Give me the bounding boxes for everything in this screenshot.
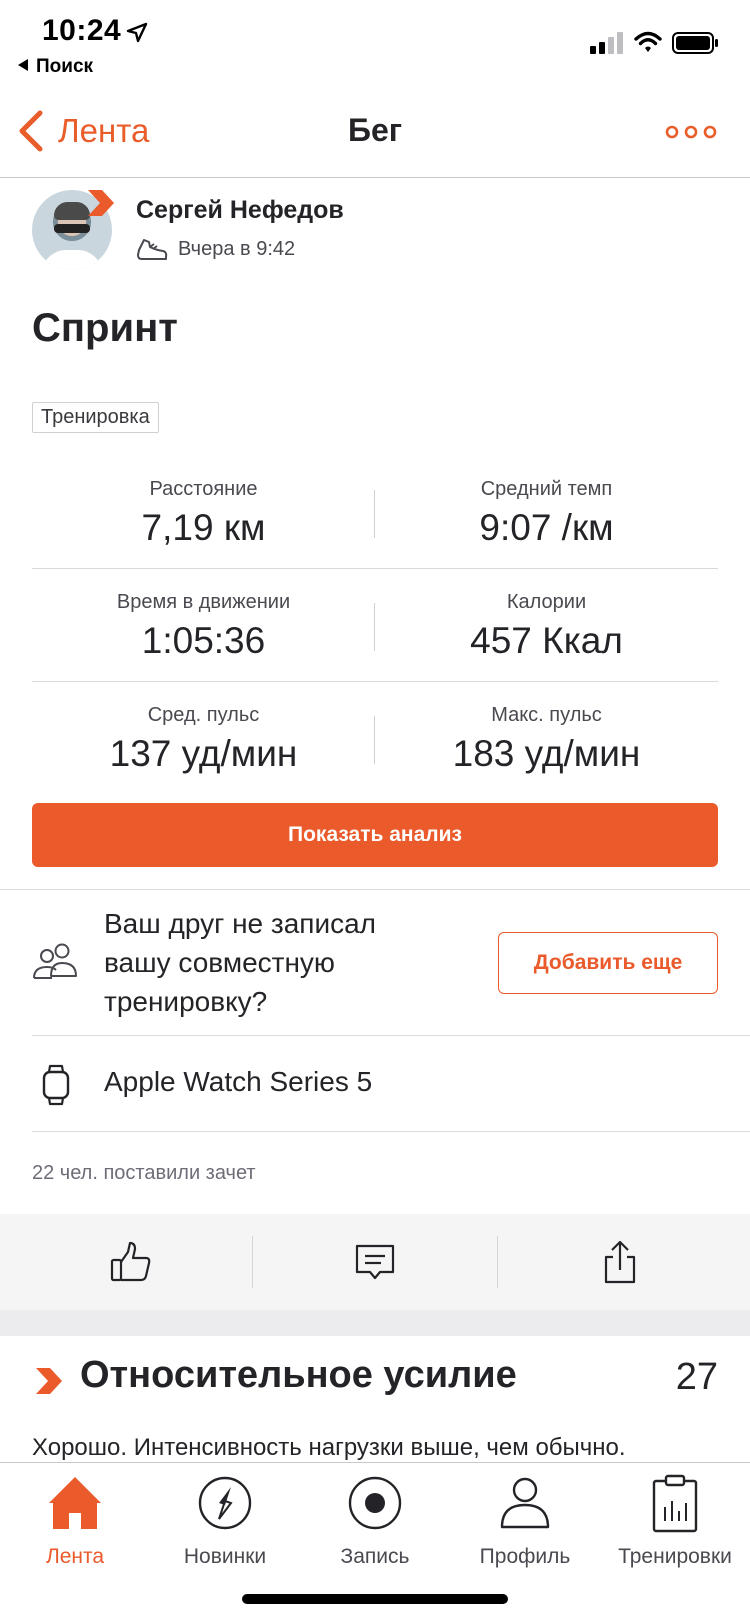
relative-effort-title: Относительное усилие xyxy=(80,1354,517,1396)
stat-value: 7,19 км xyxy=(141,507,266,548)
workout-type-tag: Тренировка xyxy=(32,402,159,433)
comment-button[interactable] xyxy=(252,1214,498,1310)
stat-max-heart-rate: Макс. пульс 183 уд/мин xyxy=(375,704,718,775)
stat-avg-heart-rate: Сред. пульс 137 уд/мин xyxy=(32,704,375,775)
stat-label: Средний темп xyxy=(480,478,613,500)
stat-value: 9:07 /км xyxy=(479,507,614,548)
compass-icon xyxy=(198,1476,252,1530)
activity-stats: Расстояние 7,19 км Средний темп 9:07 /км… xyxy=(32,456,718,795)
stat-calories: Калории 457 Ккал xyxy=(375,591,718,662)
activity-time-text: Вчера в 9:42 xyxy=(178,237,296,260)
tab-label: Лента xyxy=(45,1545,105,1568)
kudos-button[interactable] xyxy=(8,1214,254,1310)
activity-title: Спринт xyxy=(32,306,178,350)
add-more-button[interactable]: Добавить еще xyxy=(498,932,718,994)
share-button[interactable] xyxy=(497,1214,743,1310)
stat-label: Время в движении xyxy=(116,591,291,613)
stats-row: Время в движении 1:05:36 Калории 457 Кка… xyxy=(32,569,718,682)
stat-label: Калории xyxy=(506,591,587,613)
comment-icon xyxy=(355,1244,395,1280)
page-title: Бег xyxy=(347,112,403,148)
running-shoe-icon xyxy=(137,239,168,260)
thumbs-up-icon xyxy=(110,1241,151,1282)
status-time: 10:24 xyxy=(42,14,122,47)
stat-value: 183 уд/мин xyxy=(452,733,641,774)
status-back-link[interactable]: Поиск xyxy=(18,56,93,78)
home-icon xyxy=(49,1477,101,1529)
stat-value: 457 Ккал xyxy=(470,620,623,661)
cellular-signal-icon xyxy=(590,32,623,54)
relative-effort-header[interactable]: Относительное усилие 27 xyxy=(0,1336,750,1436)
stat-distance: Расстояние 7,19 км xyxy=(32,478,375,549)
more-options-icon[interactable] xyxy=(664,112,718,152)
relative-effort-icon xyxy=(36,1368,62,1394)
subscriber-badge-icon xyxy=(88,190,114,216)
stat-label: Сред. пульс xyxy=(147,704,260,726)
stat-value: 137 уд/мин xyxy=(109,733,298,774)
group-activity-prompt: Ваш друг не записал вашу совместную трен… xyxy=(0,890,750,1034)
tab-label: Тренировки xyxy=(618,1545,732,1568)
status-back-label: Поиск xyxy=(36,56,94,77)
tab-explore[interactable]: Новинки xyxy=(150,1473,300,1569)
tab-record[interactable]: Запись xyxy=(300,1473,450,1569)
section-gap xyxy=(0,1310,750,1336)
relative-effort-description: Хорошо. Интенсивность нагрузки выше, чем… xyxy=(32,1434,626,1461)
tab-training[interactable]: Тренировки xyxy=(600,1473,750,1569)
wifi-icon xyxy=(634,31,662,52)
athlete-name[interactable]: Сергей Нефедов xyxy=(136,196,344,225)
stats-row: Сред. пульс 137 уд/мин Макс. пульс 183 у… xyxy=(32,682,718,795)
device-row: Apple Watch Series 5 xyxy=(0,1036,750,1132)
kudos-count[interactable]: 22 чел. поставили зачет xyxy=(32,1162,256,1185)
watch-icon xyxy=(42,1064,70,1106)
share-icon xyxy=(604,1240,636,1284)
battery-icon xyxy=(672,32,718,54)
back-triangle-icon xyxy=(18,59,28,71)
stat-value: 1:05:36 xyxy=(141,620,266,661)
show-analysis-button[interactable]: Показать анализ xyxy=(32,803,718,867)
tab-label: Профиль xyxy=(479,1545,571,1568)
tab-profile[interactable]: Профиль xyxy=(450,1473,600,1569)
profile-icon xyxy=(500,1477,550,1529)
tab-label: Новинки xyxy=(183,1545,267,1568)
athlete-avatar[interactable] xyxy=(32,190,116,274)
stat-label: Макс. пульс xyxy=(491,704,602,726)
stats-row: Расстояние 7,19 км Средний темп 9:07 /км xyxy=(32,456,718,569)
tab-feed[interactable]: Лента xyxy=(0,1473,150,1569)
social-action-bar xyxy=(0,1214,750,1310)
location-arrow-icon xyxy=(126,22,148,43)
home-indicator xyxy=(242,1594,508,1604)
stat-moving-time: Время в движении 1:05:36 xyxy=(32,591,375,662)
training-log-icon xyxy=(652,1474,698,1533)
divider xyxy=(32,1131,750,1132)
record-icon xyxy=(348,1476,402,1530)
nav-bar: Лента Бег xyxy=(0,84,750,178)
relative-effort-score: 27 xyxy=(675,1356,718,1398)
tab-label: Запись xyxy=(340,1545,410,1568)
stat-avg-pace: Средний темп 9:07 /км xyxy=(375,478,718,549)
group-activity-text: Ваш друг не записал вашу совместную трен… xyxy=(104,908,377,1017)
stat-label: Расстояние xyxy=(149,478,258,500)
status-bar: 10:24 Поиск xyxy=(0,0,750,84)
people-icon xyxy=(33,943,77,979)
activity-timestamp: Вчера в 9:42 xyxy=(136,236,295,262)
device-name: Apple Watch Series 5 xyxy=(104,1066,373,1097)
